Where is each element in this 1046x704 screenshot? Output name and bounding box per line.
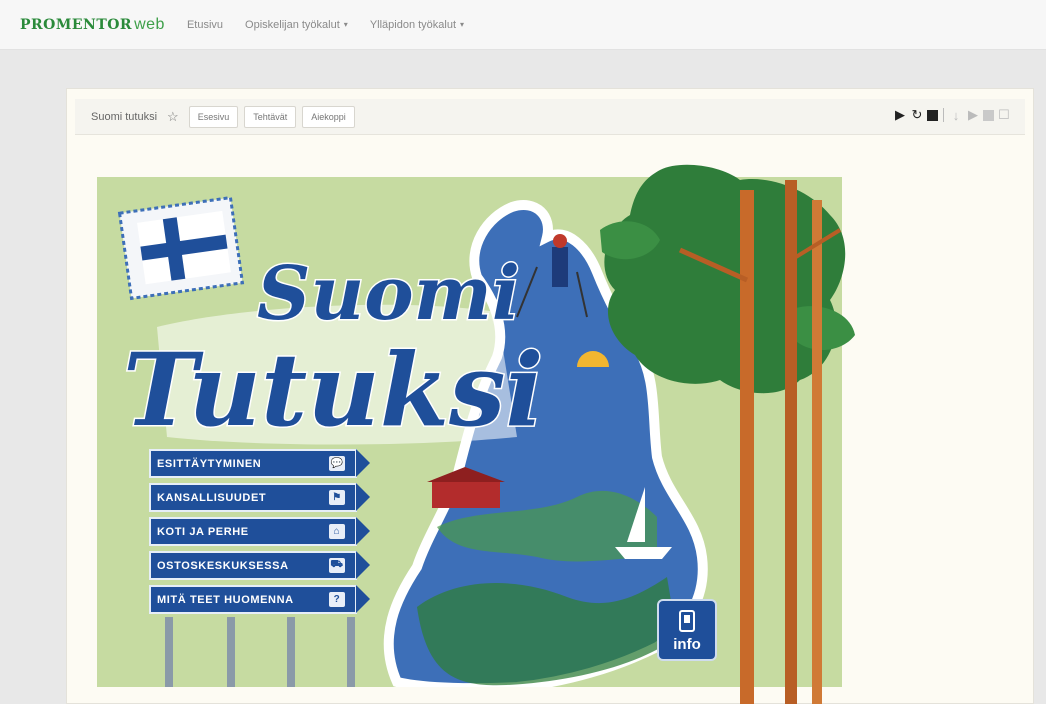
media-controls: ▶ ↻ ↓ ▶ ☐ [893, 107, 1011, 123]
brand-name-primary: PROMENTOR [20, 16, 133, 33]
cart-icon: ⛟ [329, 558, 345, 573]
calendar-question-icon: ? [329, 592, 345, 607]
topic-label: OSTOSKESKUKSESSA [157, 559, 289, 572]
course-toolbar: Suomi tutuksi ☆ Esesivu Tehtävät Aiekopp… [75, 99, 1025, 135]
brand-logo[interactable]: PROMENTOR web [20, 16, 165, 34]
nav-admin-tools-label: Ylläpidon työkalut [369, 18, 457, 31]
nav-student-tools-label: Opiskelijan työkalut [245, 18, 340, 31]
home-icon: ⌂ [329, 524, 345, 539]
nav-student-tools[interactable]: Opiskelijan työkalut ▾ [245, 19, 348, 31]
restart-icon[interactable]: ↻ [910, 107, 924, 122]
info-label: info [673, 636, 701, 653]
topic-label: ESITTÄYTYMINEN [157, 457, 262, 470]
flag-icon: ⚑ [329, 490, 345, 505]
speech-bubbles-icon: 💬 [329, 456, 345, 471]
favorite-star-icon[interactable]: ☆ [167, 109, 179, 125]
play-recording-icon[interactable]: ▶ [966, 107, 980, 122]
topic-introductions-button[interactable]: ESITTÄYTYMINEN 💬 [149, 449, 370, 478]
topic-menu: ESITTÄYTYMINEN 💬 KANSALLISUUDET ⚑ KOTI J… [149, 449, 370, 619]
topic-tomorrow-button[interactable]: MITÄ TEET HUOMENNA ? [149, 585, 370, 614]
topic-label: MITÄ TEET HUOMENNA [157, 593, 294, 606]
title-line-2: Tutuksi [123, 331, 543, 449]
topic-shopping-center-button[interactable]: OSTOSKESKUKSESSA ⛟ [149, 551, 370, 580]
topic-home-family-button[interactable]: KOTI JA PERHE ⌂ [149, 517, 370, 546]
folder-button[interactable]: Aiekoppi [302, 105, 355, 128]
title-line-1: Suomi [257, 251, 520, 337]
topic-nationalities-button[interactable]: KANSALLISUUDET ⚑ [149, 483, 370, 512]
brand-name-secondary: web [134, 15, 165, 33]
top-navbar: PROMENTOR web Etusivu Opiskelijan työkal… [0, 0, 1046, 50]
game-stage: Suomi Tutuksi ESITTÄYTYMINEN 💬 KANSALLIS… [97, 177, 842, 687]
calendar-icon[interactable]: ☐ [997, 107, 1011, 122]
info-button[interactable]: info [657, 599, 717, 661]
microphone-icon[interactable]: ↓ [949, 108, 963, 123]
chevron-down-icon: ▾ [460, 20, 465, 29]
nav-home[interactable]: Etusivu [187, 19, 223, 31]
stop-recording-icon[interactable] [983, 109, 994, 121]
play-icon[interactable]: ▶ [893, 107, 907, 122]
topic-label: KOTI JA PERHE [157, 525, 249, 538]
nav-home-label: Etusivu [186, 18, 224, 31]
nav-admin-tools[interactable]: Ylläpidon työkalut ▾ [370, 19, 464, 31]
front-page-button[interactable]: Esesivu [188, 105, 239, 128]
phone-icon [679, 610, 695, 632]
course-panel: Suomi tutuksi ☆ Esesivu Tehtävät Aiekopp… [66, 88, 1034, 704]
toolbar-divider [943, 108, 944, 122]
course-title: Suomi tutuksi [91, 110, 158, 123]
tasks-button[interactable]: Tehtävät [244, 105, 297, 128]
stop-icon[interactable] [927, 109, 938, 121]
topic-label: KANSALLISUUDET [157, 491, 267, 504]
chevron-down-icon: ▾ [343, 20, 348, 29]
